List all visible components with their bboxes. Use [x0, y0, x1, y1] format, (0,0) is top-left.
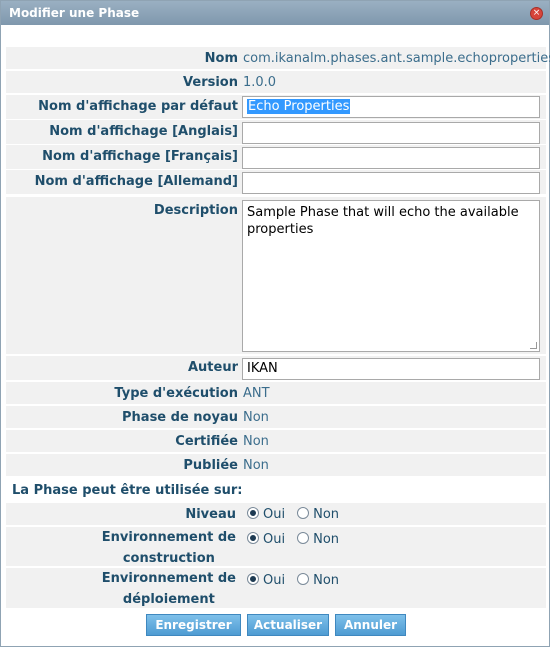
- row-exec-type: Type d'exécution ANT: [6, 382, 546, 404]
- build-env-label-line2: construction: [122, 551, 215, 566]
- deploy-env-yes-radio[interactable]: [247, 573, 259, 585]
- name-de-input[interactable]: [242, 172, 540, 194]
- row-version: Version 1.0.0: [6, 71, 546, 93]
- build-env-no-label: Non: [313, 532, 340, 547]
- dialog-title: Modifier une Phase: [9, 6, 140, 20]
- name-de-label: Nom d'affichage [Allemand]: [34, 174, 238, 189]
- build-env-radio-group: Oui Non: [247, 532, 351, 547]
- default-name-input[interactable]: Echo Properties: [242, 96, 540, 118]
- niveau-label: Niveau: [185, 507, 236, 522]
- row-name-en: Nom d'affichage [Anglais]: [6, 120, 546, 144]
- build-env-no-radio[interactable]: [297, 532, 310, 544]
- close-icon[interactable]: ×: [530, 7, 543, 20]
- save-button[interactable]: Enregistrer: [146, 614, 241, 636]
- name-en-input[interactable]: [242, 122, 540, 144]
- row-auteur: Auteur IKAN: [6, 356, 546, 380]
- deploy-env-radio-group: Oui Non: [247, 573, 351, 588]
- exec-type-value: ANT: [243, 386, 270, 401]
- build-env-yes-label: Oui: [263, 532, 286, 547]
- version-label: Version: [183, 75, 238, 90]
- row-core-phase: Phase de noyau Non: [6, 406, 546, 428]
- description-textarea[interactable]: Sample Phase that will echo the availabl…: [242, 200, 540, 352]
- auteur-input[interactable]: IKAN: [242, 358, 540, 380]
- description-value: Sample Phase that will echo the availabl…: [247, 205, 519, 237]
- build-env-label: Environnement de construction: [102, 527, 236, 569]
- row-name-de: Nom d'affichage [Allemand]: [6, 170, 546, 194]
- deploy-env-label-line2: déploiement: [122, 592, 215, 607]
- description-label: Description: [153, 203, 238, 218]
- niveau-no-radio[interactable]: [297, 507, 310, 519]
- row-niveau: Niveau Oui Non: [6, 503, 546, 525]
- row-nom: Nom com.ikanalm.phases.ant.sample.echopr…: [6, 47, 550, 69]
- certified-value: Non: [243, 434, 269, 449]
- published-value: Non: [243, 458, 269, 473]
- deploy-env-label: Environnement de déploiement: [102, 568, 236, 610]
- niveau-no-label: Non: [313, 507, 340, 522]
- core-phase-value: Non: [243, 410, 269, 425]
- row-description: Description Sample Phase that will echo …: [6, 197, 546, 354]
- deploy-env-no-label: Non: [313, 573, 340, 588]
- row-name-fr: Nom d'affichage [Français]: [6, 145, 546, 169]
- niveau-yes-label: Oui: [263, 507, 286, 522]
- niveau-radio-group: Oui Non: [247, 507, 351, 522]
- cancel-button[interactable]: Annuler: [335, 614, 406, 636]
- published-label: Publiée: [183, 458, 238, 473]
- name-fr-input[interactable]: [242, 147, 540, 169]
- resize-grip-icon[interactable]: [530, 342, 537, 349]
- dialog-titlebar: Modifier une Phase: [1, 1, 549, 25]
- deploy-env-label-line1: Environnement de: [101, 571, 236, 586]
- auteur-label: Auteur: [187, 360, 238, 375]
- refresh-button[interactable]: Actualiser: [247, 614, 329, 636]
- row-default-name: Nom d'affichage par défaut Echo Properti…: [6, 95, 546, 119]
- niveau-yes-radio[interactable]: [247, 507, 259, 519]
- row-deploy-env: Environnement de déploiement Oui Non: [6, 568, 546, 608]
- row-build-env: Environnement de construction Oui Non: [6, 527, 546, 566]
- default-name-label: Nom d'affichage par défaut: [38, 99, 238, 114]
- name-fr-label: Nom d'affichage [Français]: [42, 149, 238, 164]
- row-published: Publiée Non: [6, 454, 546, 476]
- usage-section-title: La Phase peut être utilisée sur:: [12, 483, 243, 498]
- name-en-label: Nom d'affichage [Anglais]: [49, 124, 238, 139]
- edit-phase-dialog: Modifier une Phase × Nom com.ikanalm.pha…: [0, 0, 550, 647]
- nom-label: Nom: [204, 51, 238, 66]
- deploy-env-yes-label: Oui: [263, 573, 286, 588]
- core-phase-label: Phase de noyau: [122, 410, 238, 425]
- row-certified: Certifiée Non: [6, 430, 546, 452]
- version-value: 1.0.0: [243, 75, 277, 90]
- deploy-env-no-radio[interactable]: [297, 573, 310, 585]
- certified-label: Certifiée: [175, 434, 238, 449]
- build-env-label-line1: Environnement de: [101, 530, 236, 545]
- build-env-yes-radio[interactable]: [247, 532, 259, 544]
- default-name-value: Echo Properties: [247, 99, 351, 114]
- nom-value: com.ikanalm.phases.ant.sample.echoproper…: [243, 51, 550, 66]
- exec-type-label: Type d'exécution: [114, 386, 238, 401]
